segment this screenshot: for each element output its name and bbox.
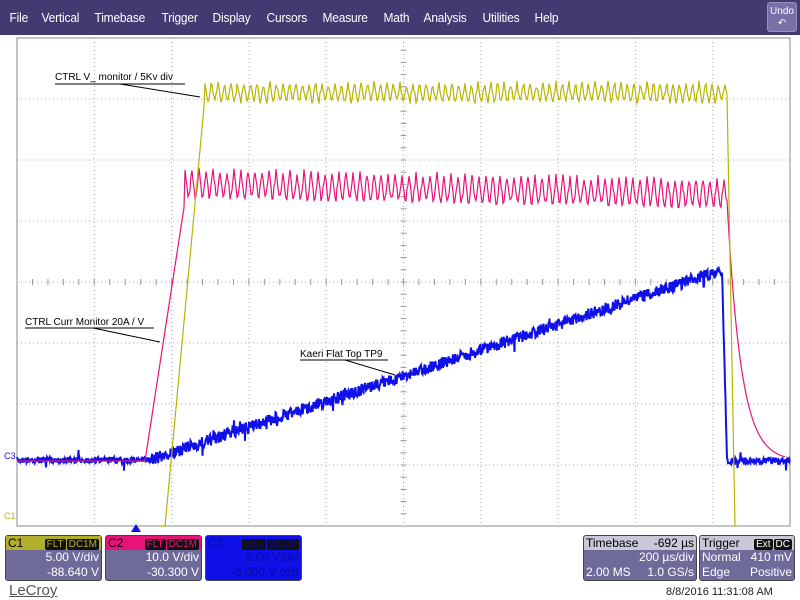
lecroy-logo: LeCroy (9, 582, 58, 599)
menu-help[interactable]: Help (529, 10, 564, 25)
trigger-slope: Positive (749, 565, 792, 579)
menu-vertical[interactable]: Vertical (36, 10, 85, 25)
trigger-title: Trigger (702, 536, 740, 550)
trigger-panel[interactable]: Trigger Ext DC Normal 410 mV Edge Positive (699, 535, 795, 581)
channel-panel-c3[interactable]: C3 BwL DC1M 2.00 V/div -6.000 V ofst (205, 535, 302, 581)
c3-ground-marker[interactable]: C3 (4, 451, 16, 461)
channel-coupling: FLT (44, 539, 66, 550)
menu-file[interactable]: File (4, 10, 34, 25)
waveform-display[interactable]: CTRL V_ monitor / 5Kv div CTRL Curr Moni… (0, 35, 800, 535)
channel-name: C2 (108, 536, 124, 550)
channel-panel-c2[interactable]: C2 FLT DC1M 10.0 V/div -30.300 V (105, 535, 202, 581)
undo-icon: ↶ (777, 18, 787, 29)
undo-button[interactable]: Undo ↶ (767, 2, 797, 32)
date-time: 8/8/2016 11:31:08 AM (666, 586, 773, 598)
timebase-rate: 1.0 GS/s (647, 565, 694, 579)
c1-ground-marker[interactable]: C1 (4, 511, 16, 521)
channel-name: C1 (8, 536, 24, 550)
channel-panel-c1[interactable]: C1 FLT DC1M 5.00 V/div -88.640 V (5, 535, 102, 581)
c1-label: CTRL V_ monitor / 5Kv div (55, 72, 173, 83)
timebase-panel[interactable]: Timebase -692 µs 200 µs/div 2.00 MS 1.0 GS… (583, 535, 697, 581)
channel-vdiv: 5.00 V/div (45, 550, 99, 564)
menu-timebase[interactable]: Timebase (89, 10, 151, 25)
c3-leader-line (344, 359, 396, 376)
trigger-mode: Normal (702, 550, 741, 564)
menu-display[interactable]: Display (207, 10, 256, 25)
channel-offset: -6.000 V ofst (230, 565, 299, 579)
trigger-type: Edge (702, 565, 731, 579)
timebase-delay: -692 µs (653, 536, 694, 550)
trace-label-c1: CTRL V_ monitor / 5Kv div (55, 72, 201, 98)
trigger-coupling: DC (773, 539, 792, 550)
menu-analysis[interactable]: Analysis (418, 10, 472, 25)
timebase-tdiv: 200 µs/div (639, 550, 694, 564)
channel-impedance: DC1M (66, 539, 99, 550)
trigger-level: 410 mV (750, 550, 792, 564)
menu-trigger[interactable]: Trigger (156, 10, 203, 25)
menu-bar: File Vertical Timebase Trigger Display Cursor… (0, 0, 800, 35)
channel-impedance: DC1M (166, 539, 199, 550)
trace-c2 (17, 167, 786, 462)
channel-offset: -88.640 V (46, 565, 99, 579)
c2-leader-line (92, 327, 161, 343)
channel-offset: -30.300 V (146, 565, 199, 579)
menu-measure[interactable]: Measure (317, 10, 373, 25)
menu-utilities[interactable]: Utilities (477, 10, 525, 25)
undo-label: Undo (770, 6, 794, 17)
channel-vdiv: 2.00 V/div (245, 550, 299, 564)
trace-label-c3: Kaeri Flat Top TP9 (300, 349, 396, 376)
c1-leader-line (119, 83, 201, 98)
menu-math[interactable]: Math (378, 10, 415, 25)
timebase-samples: 2.00 MS (586, 565, 631, 579)
channel-coupling: FLT (144, 539, 166, 550)
timebase-title: Timebase (586, 536, 639, 550)
trace-c1 (160, 80, 738, 527)
channel-vdiv: 10.0 V/div (145, 550, 199, 564)
menu-cursors[interactable]: Cursors (261, 10, 313, 25)
c2-label: CTRL Curr Monitor 20A / V (25, 317, 144, 328)
channel-name: C3 (208, 536, 224, 550)
trigger-position-marker[interactable] (131, 524, 141, 532)
trace-label-c2: CTRL Curr Monitor 20A / V (25, 317, 161, 343)
channel-coupling: BwL (242, 539, 266, 550)
trigger-source: Ext (754, 539, 773, 550)
c3-label: Kaeri Flat Top TP9 (300, 349, 383, 360)
channel-impedance: DC1M (266, 539, 299, 550)
